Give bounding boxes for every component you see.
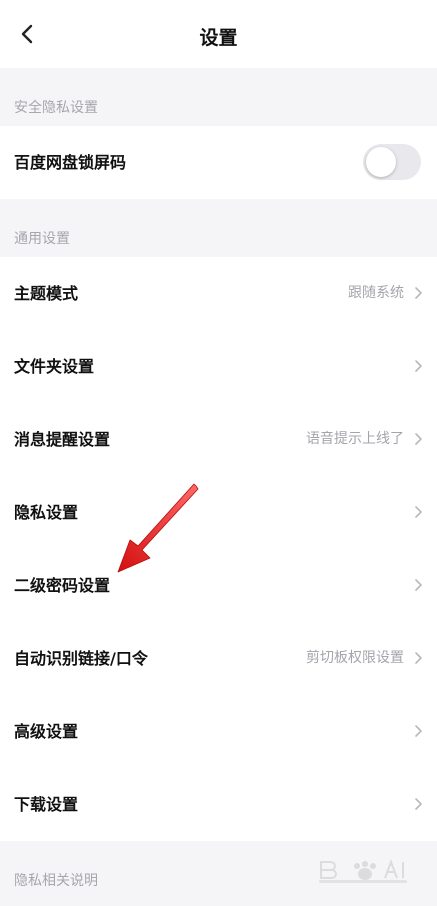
baidu-jingyan-watermark-icon [319,859,407,883]
row-theme-mode[interactable]: 主题模式 跟随系统 [0,257,437,330]
security-group: 百度网盘锁屏码 [0,126,437,199]
general-group: 主题模式 跟随系统 文件夹设置 消息提醒设置 语音提示上线了 隐私设置 二级密码… [0,257,437,841]
page-title: 设置 [199,27,238,49]
chevron-right-icon [415,287,422,299]
chevron-right-icon [415,433,422,445]
row-auto-detect-link[interactable]: 自动识别链接/口令 剪切板权限设置 [0,622,437,695]
row-secondary-password[interactable]: 二级密码设置 [0,549,437,622]
nav-bar: 设置 [0,0,437,68]
settings-screen: 设置 安全隐私设置 百度网盘锁屏码 通用设置 主题模式 跟随系统 文件夹设置 消… [0,0,437,906]
row-label: 高级设置 [14,722,79,741]
chevron-right-icon [415,798,422,810]
row-download-settings[interactable]: 下载设置 [0,768,437,841]
chevron-right-icon [415,725,422,737]
row-label: 隐私设置 [14,503,79,522]
row-value: 跟随系统 [348,285,404,301]
lock-screen-toggle[interactable] [363,144,421,180]
section-header-security: 安全隐私设置 [14,100,98,116]
row-label: 自动识别链接/口令 [14,649,148,668]
row-lock-screen-code[interactable]: 百度网盘锁屏码 [0,126,437,199]
section-header-general: 通用设置 [14,231,70,247]
chevron-right-icon [415,652,422,664]
row-label: 文件夹设置 [14,357,95,376]
chevron-right-icon [415,506,422,518]
row-label: 百度网盘锁屏码 [14,153,127,172]
chevron-right-icon [415,360,422,372]
row-advanced-settings[interactable]: 高级设置 [0,695,437,768]
row-label: 二级密码设置 [14,576,111,595]
row-label: 主题模式 [14,284,79,303]
row-privacy-settings[interactable]: 隐私设置 [0,476,437,549]
row-label: 下载设置 [14,795,79,814]
row-folder-settings[interactable]: 文件夹设置 [0,330,437,403]
row-value: 剪切板权限设置 [306,650,404,666]
row-notification-settings[interactable]: 消息提醒设置 语音提示上线了 [0,403,437,476]
row-label: 消息提醒设置 [14,430,111,449]
toggle-knob [366,147,396,177]
chevron-right-icon [415,579,422,591]
row-value: 语音提示上线了 [306,431,404,447]
